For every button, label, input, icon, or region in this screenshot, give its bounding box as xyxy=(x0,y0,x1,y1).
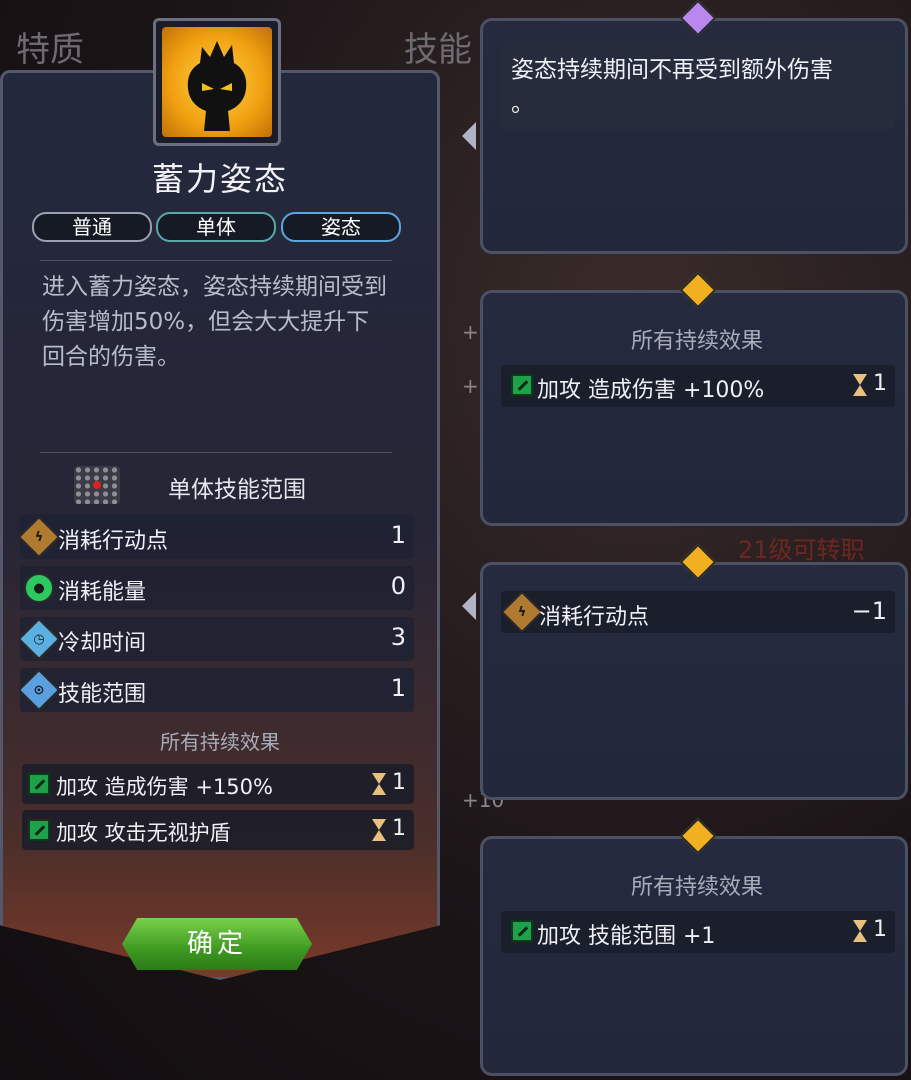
effect-text: 加攻 造成伤害 +150% xyxy=(56,775,273,799)
hex-grid-icon xyxy=(74,466,120,504)
tooltip-card-effects: 所有持续效果 加攻 造成伤害 +100% 1 xyxy=(480,271,908,526)
tag-single-target: 单体 xyxy=(156,212,276,242)
action-point-icon: ϟ xyxy=(500,590,544,634)
skill-range-row: 单体技能范围 xyxy=(0,466,440,506)
effects-header: 所有持续效果 xyxy=(160,730,280,754)
tag-stance: 姿态 xyxy=(281,212,401,242)
charge-stance-icon xyxy=(162,27,272,137)
stat-row-cooldown: ◷ 冷却时间 3 xyxy=(17,617,414,661)
class-change-hint: 21级可转职 xyxy=(738,536,865,564)
action-point-icon: ϟ xyxy=(17,515,61,559)
attack-buff-icon xyxy=(511,374,533,396)
purple-gem-icon xyxy=(679,0,717,37)
effects-header: 所有持续效果 xyxy=(630,329,763,354)
pointer-arrow xyxy=(462,122,476,150)
cooldown-icon: ◷ xyxy=(17,617,61,661)
gold-gem-icon xyxy=(679,543,717,581)
pointer-arrow xyxy=(462,592,476,620)
stat-row-action-points: ϟ 消耗行动点 1 xyxy=(17,515,414,559)
stat-label: 消耗能量 xyxy=(58,580,147,605)
hourglass-icon xyxy=(853,920,867,942)
stat-value: 1 xyxy=(390,521,406,549)
hourglass-icon xyxy=(372,819,386,841)
effect-row: 加攻 造成伤害 +100% 1 xyxy=(501,365,895,407)
effects-header: 所有持续效果 xyxy=(630,875,763,900)
effect-duration: 1 xyxy=(873,917,887,942)
confirm-button[interactable]: 确定 xyxy=(122,918,312,970)
range-icon: ⊙ xyxy=(17,668,61,712)
tooltip-text: 姿态持续期间不再受到额外伤害 xyxy=(511,57,833,83)
skill-description: 进入蓄力姿态，姿态持续期间受到伤害增加50%，但会大大提升下回合的伤害。 xyxy=(42,274,387,370)
divider xyxy=(40,452,392,453)
stat-value: 3 xyxy=(390,623,406,651)
hourglass-icon xyxy=(853,374,867,396)
tooltip-card-effects: 所有持续效果 加攻 技能范围 +1 1 xyxy=(480,817,908,1076)
skill-name: 蓄力姿态 xyxy=(151,160,288,198)
effect-duration: 1 xyxy=(392,770,406,795)
tooltip-card-action-points: ϟ 消耗行动点 −1 xyxy=(480,543,908,800)
effect-row: 加攻 技能范围 +1 1 xyxy=(501,911,895,953)
tag-normal: 普通 xyxy=(32,212,152,242)
attack-buff-icon xyxy=(28,773,50,795)
attack-buff-icon xyxy=(28,819,50,841)
effect-row: 加攻 攻击无视护盾 1 xyxy=(22,810,414,850)
bg-plus-mark: + xyxy=(462,374,479,398)
stat-value: −1 xyxy=(851,597,887,625)
range-label: 单体技能范围 xyxy=(168,477,306,503)
energy-icon: ● xyxy=(17,566,61,610)
stat-value: 1 xyxy=(390,674,406,702)
gold-gem-icon xyxy=(679,271,717,309)
stat-label: 技能范围 xyxy=(58,682,147,707)
stat-row-range: ⊙ 技能范围 1 xyxy=(17,668,414,712)
effect-duration: 1 xyxy=(392,816,406,841)
divider xyxy=(40,260,392,261)
stat-row-action-points: ϟ 消耗行动点 −1 xyxy=(500,590,895,634)
stat-value: 0 xyxy=(390,572,406,600)
tab-traits[interactable]: 特质 xyxy=(16,22,84,71)
effect-text: 加攻 技能范围 +1 xyxy=(537,924,716,949)
effect-text: 加攻 攻击无视护盾 xyxy=(56,821,231,845)
stat-label: 消耗行动点 xyxy=(58,529,169,554)
bg-plus-mark: + xyxy=(462,320,479,344)
gold-gem-icon xyxy=(679,817,717,855)
hourglass-icon xyxy=(372,773,386,795)
skill-portrait xyxy=(153,18,281,146)
effect-row: 加攻 造成伤害 +150% 1 xyxy=(22,764,414,804)
stat-label: 冷却时间 xyxy=(58,631,147,656)
tooltip-card-stance: 姿态持续期间不再受到额外伤害 。 xyxy=(480,0,908,254)
attack-buff-icon xyxy=(511,920,533,942)
effect-duration: 1 xyxy=(873,371,887,396)
stat-label: 消耗行动点 xyxy=(539,605,650,630)
tab-skills[interactable]: 技能 xyxy=(404,22,472,71)
stat-row-energy: ● 消耗能量 0 xyxy=(17,566,414,610)
tooltip-text: 。 xyxy=(511,91,534,117)
effect-text: 加攻 造成伤害 +100% xyxy=(537,378,765,403)
